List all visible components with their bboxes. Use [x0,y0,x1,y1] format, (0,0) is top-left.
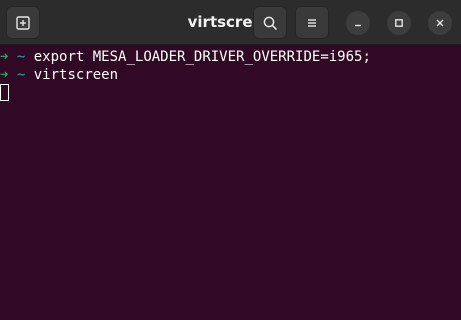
terminal-line: ➜ ~ virtscreen [0,66,118,84]
command-text: virtscreen [33,67,119,83]
prompt-directory: ~ [16,49,26,65]
title-bar: virtscreen [0,0,461,45]
search-button[interactable] [253,6,287,39]
minimize-icon [355,24,361,27]
minimize-button[interactable] [346,11,370,35]
prompt-arrow: ➜ [0,67,9,83]
terminal-window: virtscreen ➜ ~ export MESA_LOADER_DRIVER… [0,0,461,320]
command-text: export MESA_LOADER_DRIVER_OVERRIDE=i965; [33,49,371,65]
text-cursor [0,84,9,101]
menu-button[interactable] [295,6,329,39]
maximize-icon [395,19,403,27]
maximize-button[interactable] [387,11,411,35]
close-icon [436,19,444,27]
search-icon [263,16,277,30]
new-tab-button[interactable] [6,6,40,39]
prompt-arrow: ➜ [0,49,9,65]
hamburger-menu-icon [308,18,316,27]
prompt-directory: ~ [16,67,26,83]
new-tab-icon [16,15,30,30]
close-button[interactable] [428,11,452,35]
terminal-output[interactable]: ➜ ~ export MESA_LOADER_DRIVER_OVERRIDE=i… [0,46,461,320]
terminal-line: ➜ ~ export MESA_LOADER_DRIVER_OVERRIDE=i… [0,48,371,66]
